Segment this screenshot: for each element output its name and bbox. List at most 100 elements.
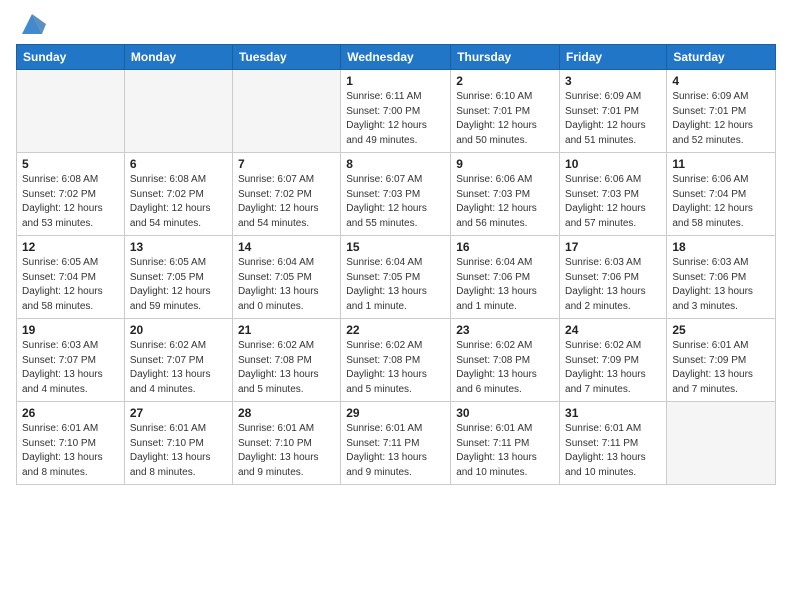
calendar-cell: 23Sunrise: 6:02 AM Sunset: 7:08 PM Dayli… [451,319,560,402]
calendar-cell: 10Sunrise: 6:06 AM Sunset: 7:03 PM Dayli… [560,153,667,236]
calendar-cell: 17Sunrise: 6:03 AM Sunset: 7:06 PM Dayli… [560,236,667,319]
day-info: Sunrise: 6:04 AM Sunset: 7:05 PM Dayligh… [238,256,335,314]
calendar-cell: 28 Sunrise: 6:01 AM Sunset: 7:10 PM Dayli… [232,402,340,485]
day-number: 13 [130,240,227,254]
logo [16,10,46,38]
day-number: 15 [346,240,445,254]
day-number: 20 [130,323,227,337]
calendar-cell: 24 Sunrise: 6:02 AM Sunset: 7:09 PM Dayli… [560,319,667,402]
weekday-header-monday: Monday [124,45,232,70]
day-number: 10 [565,157,661,171]
day-number: 18 [672,240,770,254]
day-number: 6 [130,157,227,171]
calendar-cell: 5Sunrise: 6:08 AM Sunset: 7:02 PM Daylig… [17,153,125,236]
calendar-cell: 8 Sunrise: 6:07 AM Sunset: 7:03 PM Daylig… [341,153,451,236]
calendar-table: SundayMondayTuesdayWednesdayThursdayFrid… [16,44,776,485]
calendar-cell: 25 Sunrise: 6:01 AM Sunset: 7:09 PM Dayli… [667,319,776,402]
day-number: 14 [238,240,335,254]
calendar-week-row: 5Sunrise: 6:08 AM Sunset: 7:02 PM Daylig… [17,153,776,236]
weekday-header-tuesday: Tuesday [232,45,340,70]
calendar-cell: 26Sunrise: 6:01 AM Sunset: 7:10 PM Dayli… [17,402,125,485]
calendar-cell: 3 Sunrise: 6:09 AM Sunset: 7:01 PM Daylig… [560,70,667,153]
day-info: Sunrise: 6:04 AM Sunset: 7:05 PM Dayligh… [346,256,445,314]
calendar-cell: 13 Sunrise: 6:05 AM Sunset: 7:05 PM Dayli… [124,236,232,319]
day-info: Sunrise: 6:09 AM Sunset: 7:01 PM Dayligh… [565,90,661,148]
day-info: Sunrise: 6:01 AM Sunset: 7:11 PM Dayligh… [346,422,445,480]
day-info: Sunrise: 6:01 AM Sunset: 7:09 PM Dayligh… [672,339,770,397]
calendar-cell: 21 Sunrise: 6:02 AM Sunset: 7:08 PM Dayli… [232,319,340,402]
day-info: Sunrise: 6:07 AM Sunset: 7:02 PM Dayligh… [238,173,335,231]
day-info: Sunrise: 6:02 AM Sunset: 7:07 PM Dayligh… [130,339,227,397]
day-info: Sunrise: 6:07 AM Sunset: 7:03 PM Dayligh… [346,173,445,231]
calendar-cell: 20 Sunrise: 6:02 AM Sunset: 7:07 PM Dayli… [124,319,232,402]
day-number: 23 [456,323,554,337]
day-number: 19 [22,323,119,337]
day-number: 2 [456,74,554,88]
day-info: Sunrise: 6:01 AM Sunset: 7:11 PM Dayligh… [456,422,554,480]
day-info: Sunrise: 6:01 AM Sunset: 7:10 PM Dayligh… [238,422,335,480]
weekday-header-sunday: Sunday [17,45,125,70]
weekday-header-friday: Friday [560,45,667,70]
day-number: 1 [346,74,445,88]
day-number: 27 [130,406,227,420]
day-info: Sunrise: 6:02 AM Sunset: 7:08 PM Dayligh… [238,339,335,397]
day-number: 3 [565,74,661,88]
calendar-cell [17,70,125,153]
calendar-week-row: 12 Sunrise: 6:05 AM Sunset: 7:04 PM Dayli… [17,236,776,319]
calendar-week-row: 26 Sunrise: 6:01 AM Sunset: 7:10 PM Dayli… [17,402,776,485]
day-info: Sunrise: 6:02 AM Sunset: 7:09 PM Dayligh… [565,339,661,397]
day-number: 7 [238,157,335,171]
calendar-cell: 7 Sunrise: 6:07 AM Sunset: 7:02 PM Daylig… [232,153,340,236]
day-number: 25 [672,323,770,337]
day-info: Sunrise: 6:08 AM Sunset: 7:02 PM Dayligh… [22,173,119,231]
weekday-header-saturday: Saturday [667,45,776,70]
logo-icon [18,10,46,38]
calendar-cell: 31 Sunrise: 6:01 AM Sunset: 7:11 PM Dayli… [560,402,667,485]
calendar-cell: 6 Sunrise: 6:08 AM Sunset: 7:02 PM Daylig… [124,153,232,236]
day-number: 12 [22,240,119,254]
day-info: Sunrise: 6:05 AM Sunset: 7:05 PM Dayligh… [130,256,227,314]
day-number: 26 [22,406,119,420]
calendar-cell [667,402,776,485]
day-number: 22 [346,323,445,337]
calendar-cell: 18 Sunrise: 6:03 AM Sunset: 7:06 PM Dayli… [667,236,776,319]
day-number: 8 [346,157,445,171]
day-info: Sunrise: 6:01 AM Sunset: 7:11 PM Dayligh… [565,422,661,480]
calendar-cell: 22 Sunrise: 6:02 AM Sunset: 7:08 PM Dayli… [341,319,451,402]
day-info: Sunrise: 6:03 AM Sunset: 7:06 PM Dayligh… [565,256,661,314]
day-info: Sunrise: 6:03 AM Sunset: 7:06 PM Dayligh… [672,256,770,314]
calendar-page: SundayMondayTuesdayWednesdayThursdayFrid… [0,0,792,612]
calendar-cell: 1 Sunrise: 6:11 AM Sunset: 7:00 PM Daylig… [341,70,451,153]
calendar-cell: 9Sunrise: 6:06 AM Sunset: 7:03 PM Daylig… [451,153,560,236]
calendar-cell: 16 Sunrise: 6:04 AM Sunset: 7:06 PM Dayli… [451,236,560,319]
day-number: 4 [672,74,770,88]
day-info: Sunrise: 6:08 AM Sunset: 7:02 PM Dayligh… [130,173,227,231]
day-info: Sunrise: 6:05 AM Sunset: 7:04 PM Dayligh… [22,256,119,314]
day-number: 16 [456,240,554,254]
calendar-week-row: 1 Sunrise: 6:11 AM Sunset: 7:00 PM Daylig… [17,70,776,153]
day-info: Sunrise: 6:11 AM Sunset: 7:00 PM Dayligh… [346,90,445,148]
calendar-cell: 29 Sunrise: 6:01 AM Sunset: 7:11 PM Dayli… [341,402,451,485]
day-info: Sunrise: 6:10 AM Sunset: 7:01 PM Dayligh… [456,90,554,148]
day-info: Sunrise: 6:06 AM Sunset: 7:03 PM Dayligh… [456,173,554,231]
day-info: Sunrise: 6:09 AM Sunset: 7:01 PM Dayligh… [672,90,770,148]
day-number: 21 [238,323,335,337]
day-info: Sunrise: 6:01 AM Sunset: 7:10 PM Dayligh… [130,422,227,480]
day-number: 31 [565,406,661,420]
day-info: Sunrise: 6:04 AM Sunset: 7:06 PM Dayligh… [456,256,554,314]
day-number: 24 [565,323,661,337]
day-number: 29 [346,406,445,420]
calendar-cell: 30 Sunrise: 6:01 AM Sunset: 7:11 PM Dayli… [451,402,560,485]
page-header [16,10,776,38]
weekday-header-row: SundayMondayTuesdayWednesdayThursdayFrid… [17,45,776,70]
day-info: Sunrise: 6:03 AM Sunset: 7:07 PM Dayligh… [22,339,119,397]
weekday-header-thursday: Thursday [451,45,560,70]
day-info: Sunrise: 6:06 AM Sunset: 7:04 PM Dayligh… [672,173,770,231]
calendar-cell [232,70,340,153]
day-number: 28 [238,406,335,420]
calendar-cell: 15 Sunrise: 6:04 AM Sunset: 7:05 PM Dayli… [341,236,451,319]
calendar-cell: 12 Sunrise: 6:05 AM Sunset: 7:04 PM Dayli… [17,236,125,319]
calendar-cell [124,70,232,153]
day-number: 30 [456,406,554,420]
day-info: Sunrise: 6:02 AM Sunset: 7:08 PM Dayligh… [346,339,445,397]
